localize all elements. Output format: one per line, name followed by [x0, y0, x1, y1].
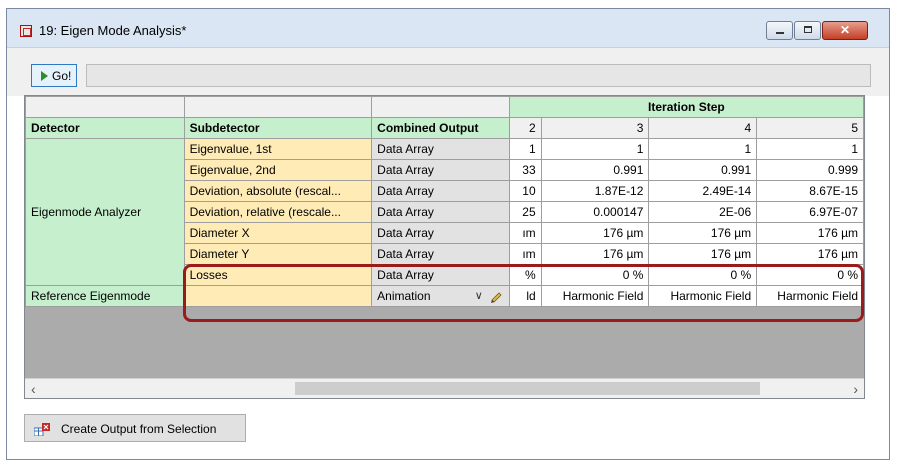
value-cell[interactable]: 176 µm	[540, 222, 650, 244]
minimize-button[interactable]	[766, 21, 793, 40]
value-cell[interactable]: ld	[508, 285, 542, 307]
close-icon: ✕	[839, 23, 851, 37]
value-cell[interactable]: 1	[540, 138, 650, 160]
combined-output-cell[interactable]: Data Array	[371, 201, 510, 223]
header-blank	[25, 96, 185, 118]
play-icon	[41, 71, 48, 81]
window-title: 19: Eigen Mode Analysis*	[39, 23, 187, 38]
close-button[interactable]: ✕	[822, 21, 868, 40]
column-header-combined-output[interactable]: Combined Output	[371, 117, 510, 139]
value-cell[interactable]: %	[508, 264, 542, 286]
value-cell[interactable]: 176 µm	[540, 243, 650, 265]
column-header-subdetector[interactable]: Subdetector	[183, 117, 373, 139]
detector-reference-eigenmode[interactable]: Reference Eigenmode	[25, 285, 185, 307]
value-cell[interactable]: 0 %	[540, 264, 650, 286]
subdetector-cell-empty[interactable]	[183, 285, 373, 307]
value-cell[interactable]: 1	[508, 138, 542, 160]
title-bar[interactable]: 19: Eigen Mode Analysis* ✕	[7, 9, 889, 48]
pencil-icon[interactable]	[489, 289, 503, 303]
value-cell[interactable]: 1.87E-12	[540, 180, 650, 202]
header-blank	[371, 96, 510, 118]
value-cell[interactable]: 176 µm	[756, 243, 864, 265]
chevron-down-icon[interactable]: ∨	[475, 289, 483, 302]
value-cell[interactable]: 176 µm	[648, 243, 758, 265]
progress-bar	[86, 64, 871, 87]
results-grid: Iteration Step Detector Subdetector Comb…	[24, 95, 865, 399]
maximize-icon	[804, 26, 812, 33]
column-header-step-3[interactable]: 3	[540, 117, 650, 139]
value-cell[interactable]: ım	[508, 243, 542, 265]
toolbar: Go!	[7, 48, 889, 96]
value-cell[interactable]: 10	[508, 180, 542, 202]
animation-select-value: Animation	[377, 289, 431, 303]
subdetector-cell[interactable]: Deviation, absolute (rescal...	[183, 180, 373, 202]
scrollbar-thumb[interactable]	[295, 382, 760, 395]
value-cell[interactable]: 2.49E-14	[648, 180, 758, 202]
combined-output-cell[interactable]: Data Array	[371, 138, 510, 160]
value-cell[interactable]: 0.000147	[540, 201, 650, 223]
combined-output-cell[interactable]: Data Array	[371, 180, 510, 202]
value-cell[interactable]: 1	[648, 138, 758, 160]
value-cell[interactable]: 0.999	[756, 159, 864, 181]
subdetector-cell[interactable]: Diameter X	[183, 222, 373, 244]
value-cell[interactable]: 0 %	[756, 264, 864, 286]
subdetector-cell[interactable]: Eigenvalue, 2nd	[183, 159, 373, 181]
column-header-step-2[interactable]: 2	[508, 117, 542, 139]
value-cell[interactable]: Harmonic Field	[756, 285, 864, 307]
maximize-button[interactable]	[794, 21, 821, 40]
go-button-label: Go!	[52, 69, 72, 83]
value-cell[interactable]: 0.991	[540, 159, 650, 181]
create-output-from-selection-button[interactable]: Create Output from Selection	[24, 414, 246, 442]
column-header-step-5[interactable]: 5	[756, 117, 864, 139]
value-cell[interactable]: 6.97E-07	[756, 201, 864, 223]
combined-output-cell[interactable]: Data Array	[371, 222, 510, 244]
value-cell[interactable]: 0 %	[648, 264, 758, 286]
value-cell[interactable]: 25	[508, 201, 542, 223]
column-header-step-4[interactable]: 4	[648, 117, 758, 139]
combined-output-animation-select[interactable]: Animation ∨	[371, 285, 510, 307]
value-cell[interactable]: 33	[508, 159, 542, 181]
go-button[interactable]: Go!	[31, 64, 77, 87]
group-header-row: Iteration Step	[25, 96, 864, 118]
create-output-icon	[34, 423, 50, 436]
value-cell[interactable]: 176 µm	[756, 222, 864, 244]
value-cell[interactable]: 2E-06	[648, 201, 758, 223]
combined-output-cell[interactable]: Data Array	[371, 159, 510, 181]
value-cell[interactable]: 1	[756, 138, 864, 160]
table-row[interactable]: Reference Eigenmode Animation ∨ ld Harmo…	[25, 285, 864, 307]
minimize-icon	[776, 32, 784, 34]
column-header-row: Detector Subdetector Combined Output 2 3…	[25, 117, 864, 139]
value-cell[interactable]: ım	[508, 222, 542, 244]
scroll-left-icon[interactable]: ‹	[31, 381, 36, 397]
detector-eigenmode-analyzer[interactable]: Eigenmode Analyzer	[25, 138, 185, 286]
subdetector-cell[interactable]: Diameter Y	[183, 243, 373, 265]
subdetector-cell[interactable]: Eigenvalue, 1st	[183, 138, 373, 160]
value-cell[interactable]: Harmonic Field	[540, 285, 650, 307]
value-cell[interactable]: Harmonic Field	[648, 285, 758, 307]
value-cell[interactable]: 8.67E-15	[756, 180, 864, 202]
combined-output-cell[interactable]: Data Array	[371, 243, 510, 265]
value-cell[interactable]: 176 µm	[648, 222, 758, 244]
app-icon	[20, 25, 32, 37]
scroll-right-icon[interactable]: ›	[853, 381, 858, 397]
table-row[interactable]: Eigenmode Analyzer Eigenvalue, 1st Data …	[25, 138, 864, 286]
iteration-step-header[interactable]: Iteration Step	[508, 96, 864, 118]
column-header-detector[interactable]: Detector	[25, 117, 185, 139]
subdetector-cell[interactable]: Losses	[183, 264, 373, 286]
subdetector-cell[interactable]: Deviation, relative (rescale...	[183, 201, 373, 223]
combined-output-cell[interactable]: Data Array	[371, 264, 510, 286]
create-output-label: Create Output from Selection	[61, 422, 217, 436]
value-cell[interactable]: 0.991	[648, 159, 758, 181]
horizontal-scrollbar[interactable]: ‹ ›	[25, 378, 864, 398]
header-blank	[183, 96, 373, 118]
results-table: Iteration Step Detector Subdetector Comb…	[25, 96, 864, 307]
